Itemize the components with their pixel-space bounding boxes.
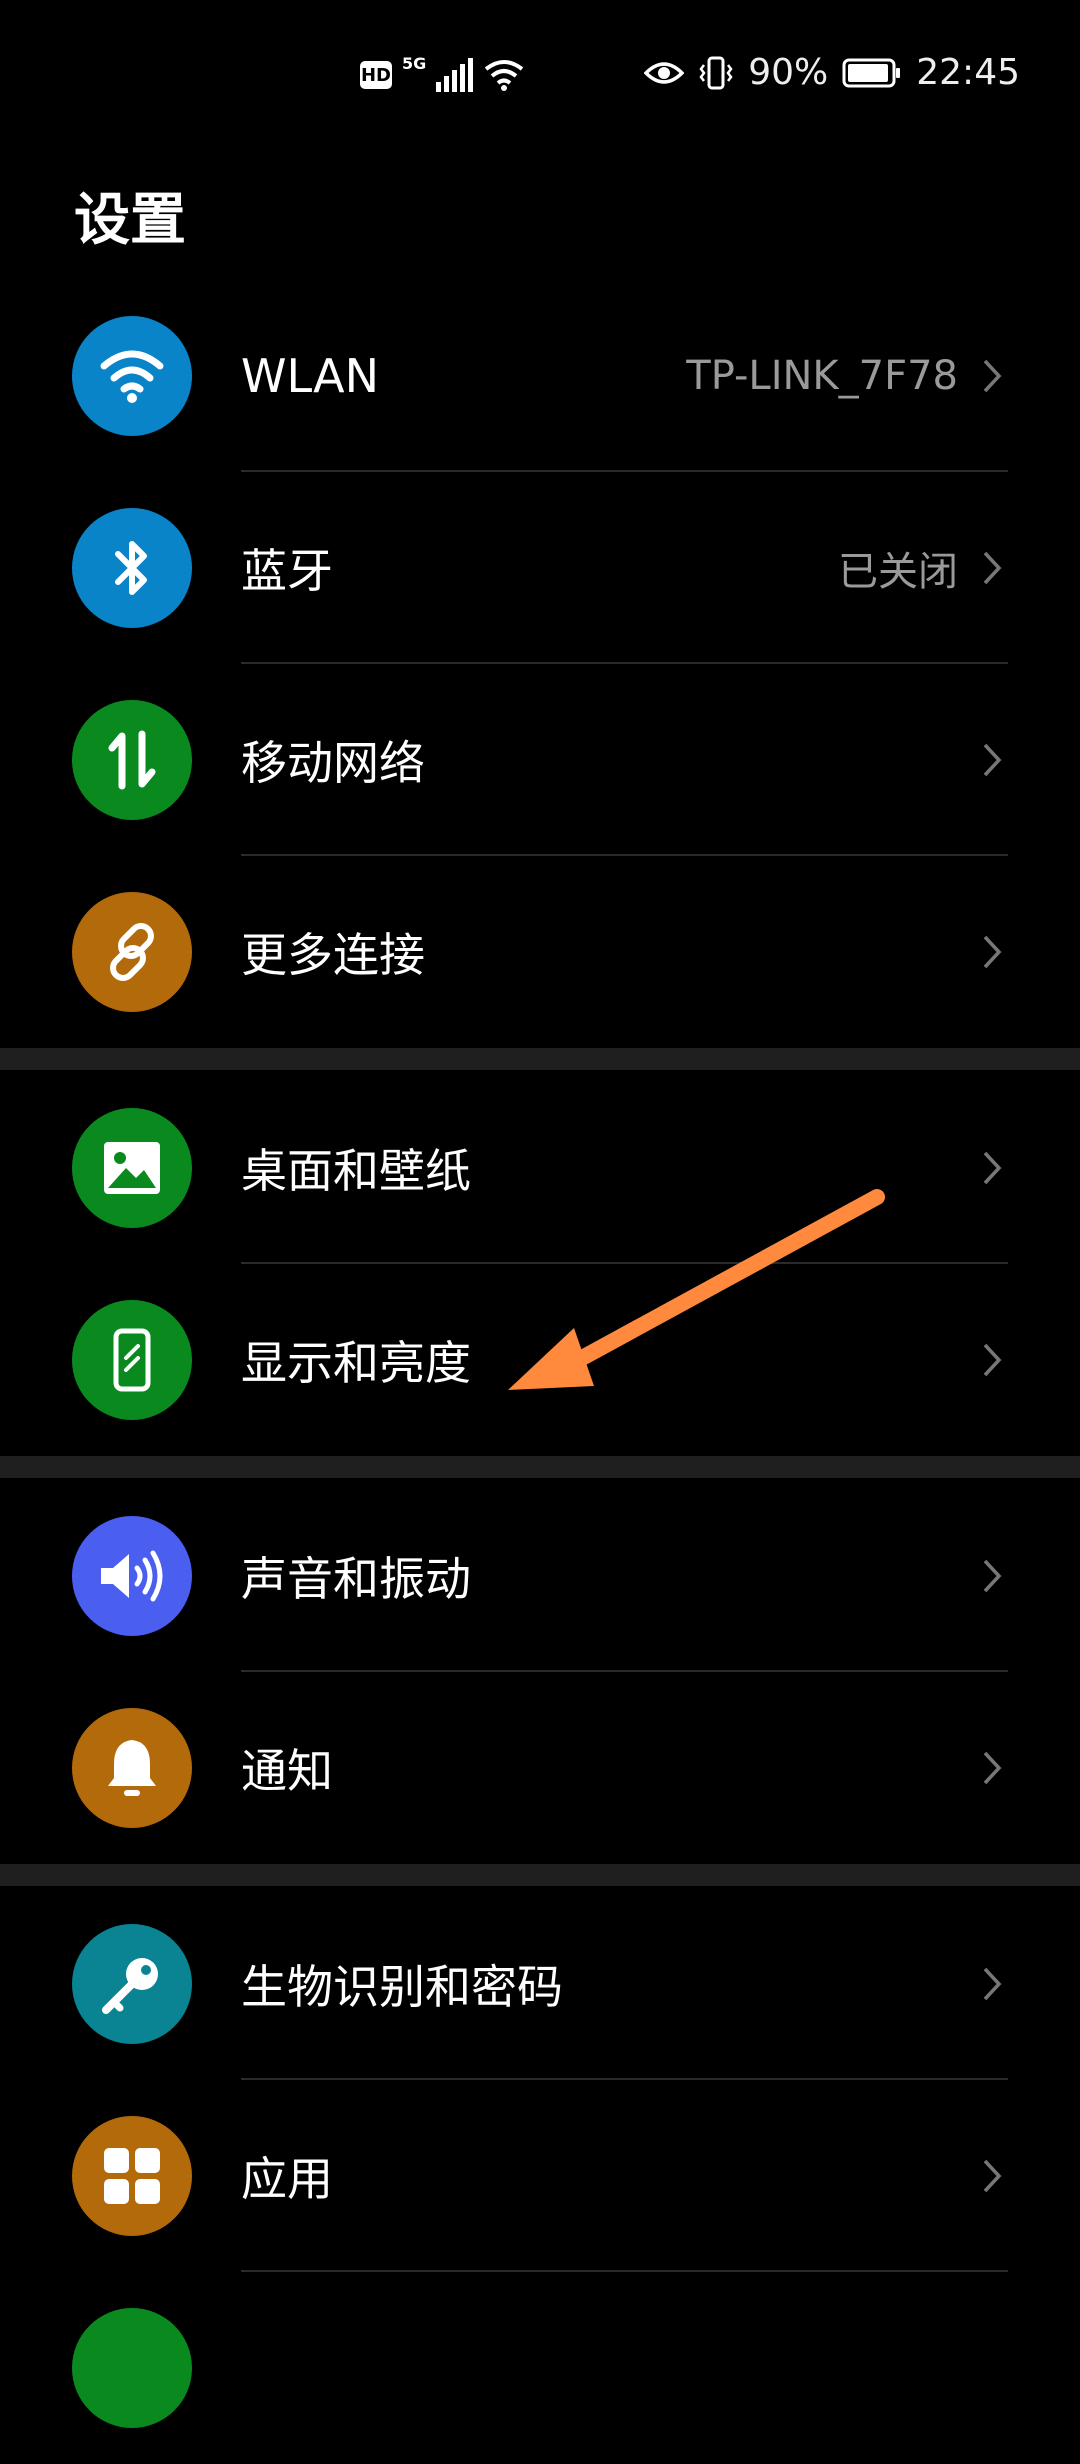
- chevron-right-icon: [983, 1343, 1002, 1377]
- image-icon: [72, 1108, 192, 1228]
- connectivity-group: WLAN TP-LINK_7F78 蓝牙 已关闭 移动网络 更多连接: [0, 280, 1080, 1048]
- partial-icon: [72, 2308, 192, 2428]
- battery-icon: [842, 58, 901, 87]
- setting-row-wlan[interactable]: WLAN TP-LINK_7F78: [0, 280, 1080, 472]
- setting-label: 蓝牙: [241, 544, 333, 598]
- setting-label: 桌面和壁纸: [241, 1144, 471, 1198]
- network-type: 5G: [402, 53, 427, 73]
- setting-value: 已关闭: [838, 549, 958, 595]
- setting-row-biometrics-password[interactable]: 生物识别和密码: [0, 1888, 1080, 2080]
- chevron-right-icon: [983, 1559, 1002, 1593]
- vibrate-icon: [699, 56, 733, 89]
- clock: 22:45: [916, 52, 1020, 93]
- setting-row-bluetooth[interactable]: 蓝牙 已关闭: [0, 472, 1080, 664]
- setting-row-home-wallpaper[interactable]: 桌面和壁纸: [0, 1072, 1080, 1264]
- section-separator: [0, 1456, 1080, 1478]
- speaker-icon: [72, 1516, 192, 1636]
- setting-label: 移动网络: [241, 736, 425, 790]
- setting-row-display-brightness[interactable]: 显示和亮度: [0, 1264, 1080, 1456]
- bluetooth-icon: [72, 508, 192, 628]
- display-group: 桌面和壁纸 显示和亮度: [0, 1072, 1080, 1456]
- eye-comfort-icon: [644, 61, 685, 84]
- status-left: HD 5G: [360, 54, 524, 92]
- setting-label: 生物识别和密码: [241, 1960, 563, 2014]
- chevron-right-icon: [983, 359, 1002, 393]
- setting-label: 声音和振动: [241, 1552, 471, 1606]
- chevron-right-icon: [983, 935, 1002, 969]
- setting-label: 应用: [241, 2152, 333, 2206]
- chevron-right-icon: [983, 1151, 1002, 1185]
- setting-row-apps[interactable]: 应用: [0, 2080, 1080, 2272]
- setting-value: TP-LINK_7F78: [686, 353, 958, 399]
- battery-percent: 90%: [748, 52, 829, 93]
- apps-grid-icon: [72, 2116, 192, 2236]
- setting-label: 通知: [241, 1744, 333, 1798]
- hd-badge: HD: [360, 61, 392, 89]
- section-separator: [0, 1864, 1080, 1886]
- status-bar: HD 5G 90% 22:45: [0, 0, 1080, 150]
- section-separator: [0, 1048, 1080, 1070]
- phone-display-icon: [72, 1300, 192, 1420]
- signal-icon: [436, 58, 474, 92]
- chevron-right-icon: [983, 2159, 1002, 2193]
- setting-label: 更多连接: [241, 928, 425, 982]
- link-icon: [72, 892, 192, 1012]
- security-apps-group: 生物识别和密码 应用: [0, 1888, 1080, 2464]
- setting-row-mobile-network[interactable]: 移动网络: [0, 664, 1080, 856]
- sound-group: 声音和振动 通知: [0, 1480, 1080, 1864]
- setting-row-more-connections[interactable]: 更多连接: [0, 856, 1080, 1048]
- bell-icon: [72, 1708, 192, 1828]
- setting-row-partial[interactable]: [0, 2272, 1080, 2464]
- setting-row-sound-vibration[interactable]: 声音和振动: [0, 1480, 1080, 1672]
- wifi-status-icon: [485, 60, 524, 91]
- chevron-right-icon: [983, 1751, 1002, 1785]
- setting-label: 显示和亮度: [241, 1336, 471, 1390]
- chevron-right-icon: [983, 551, 1002, 585]
- chevron-right-icon: [983, 1967, 1002, 2001]
- status-right: 90% 22:45: [644, 52, 1020, 93]
- key-icon: [72, 1924, 192, 2044]
- mobile-data-icon: [72, 700, 192, 820]
- setting-label: WLAN: [241, 349, 380, 403]
- wifi-icon: [72, 316, 192, 436]
- page-title: 设置: [74, 188, 186, 253]
- setting-row-notifications[interactable]: 通知: [0, 1672, 1080, 1864]
- chevron-right-icon: [983, 743, 1002, 777]
